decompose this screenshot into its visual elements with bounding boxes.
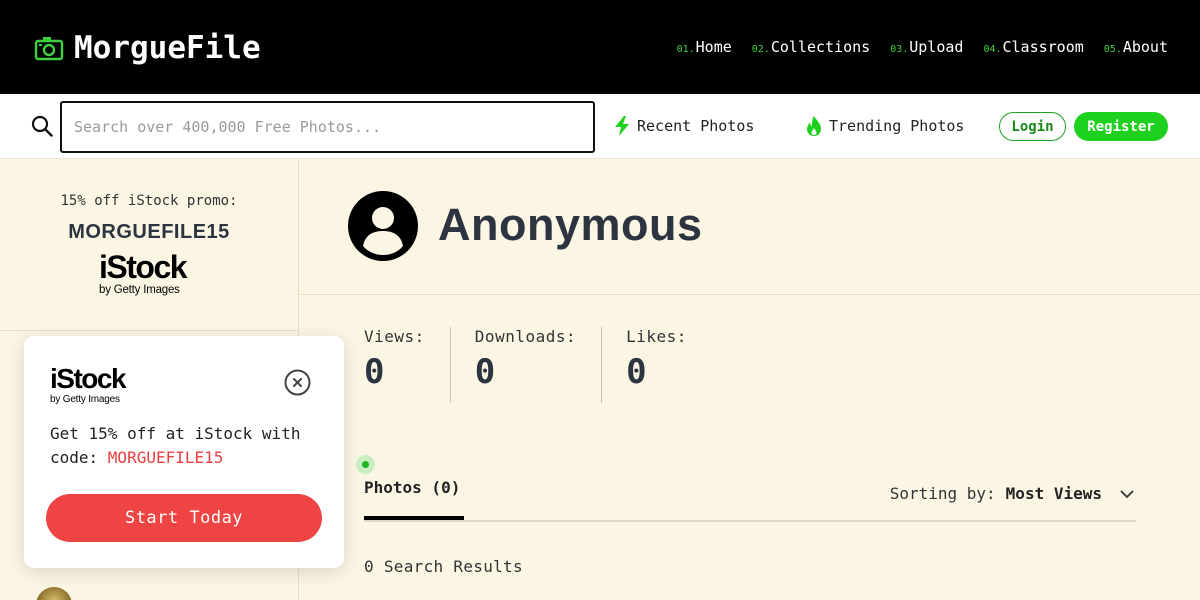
istock-logo: iStock by Getty Images (99, 251, 199, 297)
promo-code: MORGUEFILE15 (68, 221, 230, 243)
istock-popup: iStock by Getty Images Get 15% off at iS… (24, 336, 344, 568)
search-input[interactable] (60, 101, 595, 153)
nav-number: 02. (751, 44, 770, 55)
stat-value: 0 (364, 352, 385, 392)
trending-photos-link[interactable]: Trending Photos (805, 116, 964, 136)
sorting-dropdown[interactable]: Sorting by: Most Views (890, 484, 1136, 503)
stat-label: Downloads: (474, 327, 577, 346)
trending-photos-label: Trending Photos (829, 117, 965, 135)
login-button[interactable]: Login (999, 112, 1066, 141)
stat-downloads: Downloads: 0 (449, 327, 601, 403)
user-avatar-icon (348, 191, 418, 261)
nav-collections[interactable]: 02.Collections (752, 38, 870, 56)
top-navbar: MorgueFile 01.Home 02.Collections 03.Upl… (0, 0, 1200, 94)
nav-number: 04. (983, 44, 1002, 55)
nav-label: Collections (770, 38, 871, 56)
stat-value: 0 (474, 352, 496, 392)
nav-number: 01. (676, 44, 695, 55)
brand-logo[interactable]: MorgueFile (34, 30, 261, 66)
brand-name: MorgueFile (74, 30, 261, 66)
profile-header: Anonymous (300, 159, 1200, 295)
recent-photos-link[interactable]: Recent Photos (613, 116, 754, 136)
istock-promo-box[interactable]: 15% off iStock promo: MORGUEFILE15 iStoc… (0, 159, 298, 331)
nav-about[interactable]: 05.About (1104, 38, 1168, 56)
lightning-icon (615, 116, 629, 136)
sorting-label: Sorting by: (889, 484, 996, 503)
nav-number: 03. (890, 44, 909, 55)
stat-value: 0 (626, 352, 647, 392)
istock-logo-word: iStock (50, 363, 127, 394)
nav-number: 05. (1103, 44, 1122, 55)
istock-logo: iStock by Getty Images (50, 363, 140, 406)
camera-icon (34, 37, 64, 61)
profile-name: Anonymous (438, 199, 703, 250)
istock-logo-word: iStock (99, 249, 188, 285)
start-today-button[interactable]: Start Today (46, 494, 322, 542)
nav-label: Home (695, 38, 732, 56)
promo-line: 15% off iStock promo: (60, 193, 238, 209)
recent-photos-label: Recent Photos (637, 117, 755, 135)
popup-message: Get 15% off at iStock with code: MORGUEF… (50, 422, 330, 470)
sorting-value: Most Views (1005, 484, 1102, 503)
stat-likes: Likes: 0 (601, 327, 712, 403)
nav-label: Upload (909, 38, 964, 56)
active-tab-underline (364, 516, 464, 520)
nav-classroom[interactable]: 04.Classroom (983, 38, 1083, 56)
nav-home[interactable]: 01.Home (677, 38, 732, 56)
photos-tab-bar: Photos (0) Sorting by: Most Views (364, 470, 1136, 522)
istock-logo-sub: by Getty Images (99, 284, 180, 296)
popup-promo-code: MORGUEFILE15 (107, 448, 224, 467)
search-results-count: 0 Search Results (364, 557, 523, 576)
tab-photos[interactable]: Photos (0) (364, 478, 460, 513)
register-button[interactable]: Register (1074, 112, 1168, 141)
chevron-down-icon (1120, 489, 1134, 498)
stat-label: Likes: (626, 327, 687, 346)
stat-views: Views: 0 (364, 327, 450, 403)
nav-label: Classroom (1002, 38, 1084, 56)
istock-logo-sub: by Getty Images (50, 394, 120, 405)
stat-label: Views: (364, 327, 425, 346)
flame-icon (807, 116, 821, 136)
avatar[interactable] (36, 587, 72, 600)
search-bar-row: Recent Photos Trending Photos Login Regi… (0, 94, 1200, 159)
close-icon[interactable] (284, 369, 311, 396)
nav-label: About (1122, 38, 1168, 56)
search-icon[interactable] (31, 115, 53, 137)
main-nav: 01.Home 02.Collections 03.Upload 04.Clas… (677, 38, 1168, 56)
nav-upload[interactable]: 03.Upload (890, 38, 963, 56)
profile-stats: Views: 0 Downloads: 0 Likes: 0 (364, 327, 712, 403)
